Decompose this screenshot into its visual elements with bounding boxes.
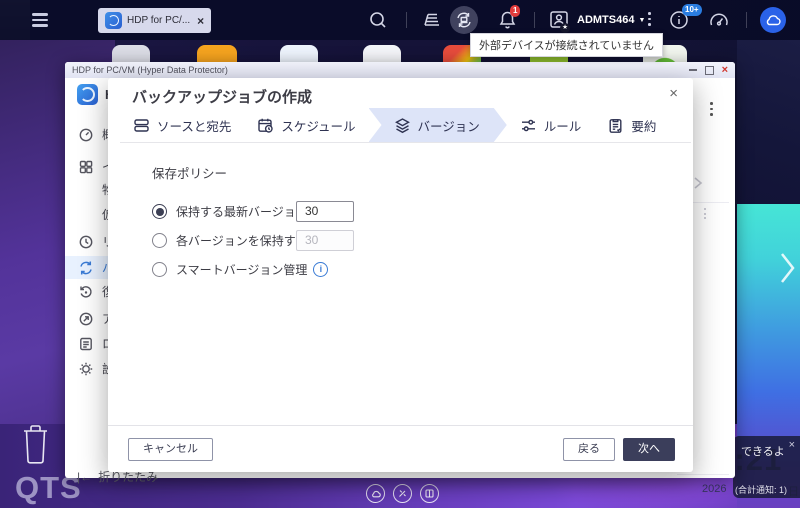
dialog-title: バックアップジョブの作成 <box>132 86 312 107</box>
collapse-arrow-icon: |← <box>77 470 92 484</box>
dialog-footer: キャンセル 戻る 次へ <box>108 425 693 472</box>
toast-total-count: (合計通知: 1) <box>735 483 787 496</box>
cancel-button[interactable]: キャンセル <box>128 438 213 461</box>
toast-close-icon[interactable]: × <box>789 439 795 451</box>
wallpaper-right-top <box>737 40 800 210</box>
step-label: 要約 <box>631 116 656 135</box>
myqnapcloud-icon[interactable] <box>760 7 786 33</box>
topbar-divider <box>406 12 407 28</box>
option-label: スマートバージョン管理 <box>176 261 307 278</box>
dock-tools-icon[interactable] <box>393 484 412 503</box>
chevron-right-icon <box>692 176 704 190</box>
retention-policy-title: 保存ポリシー <box>152 163 693 182</box>
gear-icon <box>78 361 94 377</box>
radio-latest-versions[interactable] <box>152 204 167 219</box>
activity-icon <box>78 311 94 327</box>
dialog-close-icon[interactable]: × <box>669 85 678 102</box>
notifications-badge: 1 <box>510 5 520 17</box>
grid-icon <box>78 159 94 175</box>
dashboard-icon[interactable] <box>708 10 730 30</box>
step-label: ルール <box>544 116 582 135</box>
option-row-smart-versioning: スマートバージョン管理 i <box>152 255 693 284</box>
latest-versions-input[interactable]: 30 <box>296 201 354 222</box>
top-bar: HDP for PC/... × 1 ★ ADMTS464 ▼ 10+ <box>0 0 800 40</box>
hdp-app-icon <box>105 12 122 29</box>
dock-window-icon[interactable] <box>420 484 439 503</box>
dock <box>366 484 439 503</box>
dock-cloud-icon[interactable] <box>366 484 385 503</box>
step-source-destination[interactable]: ソースと宛先 <box>120 108 244 142</box>
window-minimize-icon[interactable] <box>689 69 697 71</box>
step-version[interactable]: バージョン <box>369 108 507 142</box>
log-icon <box>78 336 94 352</box>
option-row-retention-days: 各バージョンを保持する日数 : 30 <box>152 226 693 255</box>
radio-smart-versioning[interactable] <box>152 262 167 277</box>
user-name: ADMTS464 <box>577 14 634 26</box>
clock-icon <box>78 234 94 250</box>
dialog-content: 保存ポリシー 保持する最新バージョンの数 : 30 各バージョンを保持する日数 … <box>108 143 693 284</box>
step-label: バージョン <box>418 116 480 135</box>
next-button[interactable]: 次へ <box>623 438 675 461</box>
sliders-icon <box>520 117 537 134</box>
hdp-logo-icon <box>77 84 98 105</box>
radio-retention-days[interactable] <box>152 233 167 248</box>
divider <box>677 474 729 475</box>
info-icon[interactable]: i <box>313 262 328 277</box>
step-schedule[interactable]: スケジュール <box>244 108 368 142</box>
topbar-divider <box>534 12 535 28</box>
search-icon[interactable] <box>368 10 388 30</box>
server-icon <box>133 117 150 134</box>
dialog-header: バックアップジョブの作成 × <box>108 78 693 108</box>
clipboard-icon <box>607 117 624 134</box>
background-tasks-icon[interactable] <box>422 11 442 29</box>
restore-icon <box>78 284 94 300</box>
topbar-divider <box>746 12 747 28</box>
step-rules[interactable]: ルール <box>507 108 595 142</box>
user-star-badge-icon: ★ <box>560 23 570 33</box>
taskbar-tab-hdp[interactable]: HDP for PC/... × <box>98 8 211 33</box>
taskbar-tab-close-icon[interactable]: × <box>197 14 204 28</box>
window-maximize-icon[interactable] <box>705 66 714 75</box>
wizard-steps: ソースと宛先 スケジュール バージョン ルール 要約 <box>120 108 691 143</box>
calendar-clock-icon <box>257 117 274 134</box>
chevron-down-icon: ▼ <box>638 17 645 24</box>
more-options-icon[interactable] <box>648 12 651 29</box>
user-name-button[interactable]: ADMTS464 ▼ <box>577 14 645 26</box>
external-device-tooltip: 外部デバイスが接続されていません <box>470 33 663 57</box>
app-more-options-icon[interactable] <box>710 102 713 119</box>
retention-days-input: 30 <box>296 230 354 251</box>
step-label: スケジュール <box>281 116 355 135</box>
gauge-icon <box>78 127 94 143</box>
resource-badge: 10+ <box>682 4 702 16</box>
row-more-options-icon[interactable] <box>704 208 706 222</box>
taskbar-tab-label: HDP for PC/... <box>127 15 190 26</box>
external-device-icon[interactable] <box>450 6 478 34</box>
main-menu-icon[interactable] <box>32 13 48 30</box>
back-button[interactable]: 戻る <box>563 438 615 461</box>
create-backup-job-dialog: バックアップジョブの作成 × ソースと宛先 スケジュール バージョン ルール <box>108 78 693 472</box>
sync-icon <box>78 260 94 276</box>
notification-toast[interactable]: できるよ × (合計通知: 1) <box>733 436 800 498</box>
window-close-icon[interactable]: × <box>722 65 728 76</box>
step-summary[interactable]: 要約 <box>594 108 669 142</box>
qts-desktop: 21:21 2026 日 できるよ × (合計通知: 1) HDP for PC… <box>0 0 800 508</box>
recycle-bin-icon[interactable] <box>22 423 49 465</box>
desktop-clock-date-year: 2026 <box>702 483 726 495</box>
toast-message: できるよ <box>741 443 785 459</box>
option-row-latest-versions: 保持する最新バージョンの数 : 30 <box>152 197 693 226</box>
desktop-next-page-arrow[interactable] <box>777 248 797 288</box>
layers-icon <box>394 117 411 134</box>
window-titlebar[interactable]: HDP for PC/VM (Hyper Data Protector) × <box>65 62 735 78</box>
step-label: ソースと宛先 <box>157 116 231 135</box>
window-title: HDP for PC/VM (Hyper Data Protector) <box>65 65 228 75</box>
